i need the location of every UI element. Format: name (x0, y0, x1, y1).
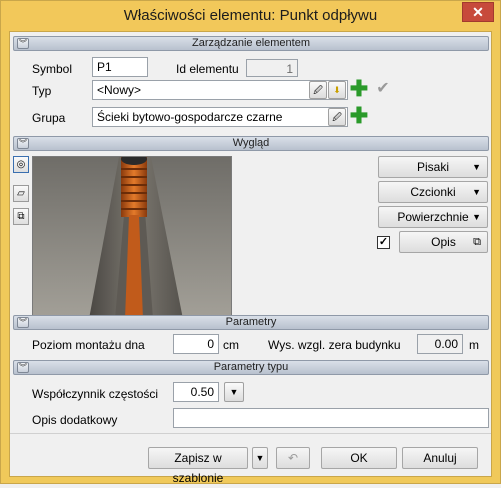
id-label: Id elementu (176, 62, 239, 76)
confirm-check-icon: ✔ (376, 80, 390, 97)
collapse-chevron-icon[interactable]: ︾ (17, 138, 29, 149)
pisaki-label: Pisaki (416, 160, 449, 174)
czcionki-button[interactable]: Czcionki ▼ (378, 181, 488, 203)
wys-unit: m (469, 338, 479, 352)
undo-icon[interactable]: ↶ (276, 447, 310, 469)
window-title: Właściwości elementu: Punkt odpływu (123, 7, 378, 24)
dropdown-arrow-icon: ▼ (472, 187, 481, 197)
footer-divider (10, 433, 491, 434)
save-template-button[interactable]: Zapisz w szablonie (148, 447, 248, 485)
poziom-input[interactable]: 0 (173, 334, 219, 354)
add-group-icon[interactable]: ✚ (349, 105, 369, 127)
collapse-chevron-icon[interactable]: ︾ (17, 38, 29, 49)
opis-button[interactable]: Opis ⧉ (399, 231, 488, 253)
section-title: Wygląd (232, 137, 270, 149)
typ-edit-icon[interactable]: 🖉 (309, 81, 327, 99)
view-box-icon[interactable]: ⧉ (13, 208, 29, 225)
symbol-input[interactable]: P1 (92, 57, 148, 77)
view-3d-icon[interactable]: ◎ (13, 156, 29, 173)
cancel-button[interactable]: Anuluj (402, 447, 478, 469)
grupa-label: Grupa (32, 111, 66, 125)
powierzchnie-label: Powierzchnie (397, 210, 469, 224)
section-title: Parametry typu (213, 361, 289, 373)
dialog-window: Właściwości elementu: Punkt odpływu ✕ ︾ … (0, 0, 501, 485)
section-header-management[interactable]: ︾ Zarządzanie elementem (13, 36, 489, 51)
open-external-icon: ⧉ (473, 236, 481, 248)
section-header-appearance[interactable]: ︾ Wygląd (13, 136, 489, 151)
opis-dodatkowy-input[interactable] (173, 408, 489, 428)
grupa-edit-icon[interactable]: 🖉 (328, 108, 346, 126)
pisaki-button[interactable]: Pisaki ▼ (378, 156, 488, 178)
id-field: 1 (246, 59, 298, 77)
element-preview-image (32, 156, 232, 318)
collapse-chevron-icon[interactable]: ︾ (17, 362, 29, 373)
grupa-combo[interactable]: Ścieki bytowo-gospodarcze czarne (92, 107, 348, 127)
typ-save-icon[interactable]: ⬇ (328, 81, 346, 99)
section-title: Parametry (225, 316, 277, 328)
section-header-parameters[interactable]: ︾ Parametry (13, 315, 489, 330)
wsp-dropdown-icon[interactable]: ▼ (224, 382, 244, 402)
add-type-icon[interactable]: ✚ (349, 78, 369, 100)
collapse-chevron-icon[interactable]: ︾ (17, 317, 29, 328)
view-plan-icon[interactable]: ▱ (13, 185, 29, 202)
opis-label: Opis (431, 235, 456, 249)
close-button[interactable]: ✕ (462, 2, 494, 22)
dropdown-arrow-icon: ▼ (472, 162, 481, 172)
poziom-label: Poziom montażu dna (32, 338, 145, 352)
powierzchnie-button[interactable]: Powierzchnie ▼ (378, 206, 488, 228)
czcionki-label: Czcionki (410, 185, 456, 199)
wys-field: 0.00 (417, 334, 463, 354)
typ-label: Typ (32, 84, 52, 98)
title-bar[interactable]: Właściwości elementu: Punkt odpływu ✕ (1, 1, 500, 31)
opis-checkbox[interactable]: ✓ (377, 236, 390, 249)
save-template-dropdown-icon[interactable]: ▼ (252, 447, 268, 469)
wys-label: Wys. wzgl. zera budynku (268, 338, 401, 352)
symbol-label: Symbol (32, 62, 73, 76)
wsp-input[interactable]: 0.50 (173, 382, 219, 402)
section-header-type-parameters[interactable]: ︾ Parametry typu (13, 360, 489, 375)
poziom-unit: cm (223, 338, 239, 352)
dialog-client: ︾ Zarządzanie elementem Symbol P1 Id ele… (9, 31, 492, 485)
wsp-label: Współczynnik częstości (32, 387, 159, 401)
ok-button[interactable]: OK (321, 447, 397, 469)
opis-dodatkowy-label: Opis dodatkowy (32, 413, 118, 427)
dropdown-arrow-icon: ▼ (472, 212, 481, 222)
section-title: Zarządzanie elementem (191, 37, 310, 49)
